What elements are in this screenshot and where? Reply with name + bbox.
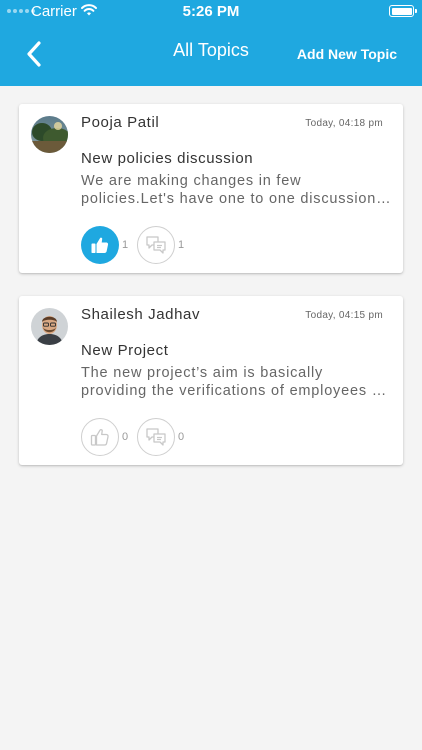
thumbs-up-icon [90,429,109,446]
like-count: 0 [122,431,129,443]
comment-button[interactable] [137,418,175,456]
author-name: Pooja Patil [81,114,160,131]
timestamp: Today, 04:15 pm [305,310,383,321]
topic-title: New Project [81,342,169,359]
like-count: 1 [122,239,129,251]
comment-button[interactable] [137,226,175,264]
comment-count: 0 [178,431,185,443]
topic-card[interactable]: Pooja Patil Today, 04:18 pm New policies… [19,104,403,273]
topic-preview-line: policies.Let's have one to one discussio… [81,191,392,207]
comment-count: 1 [178,239,185,251]
topic-preview: The new project’s aim is basically provi… [81,364,393,400]
topic-title: New policies discussion [81,150,254,167]
status-bar: Carrier 5:26 PM [0,0,422,22]
thumbs-up-icon [91,237,109,253]
avatar [31,116,68,153]
timestamp: Today, 04:18 pm [305,118,383,129]
topic-card[interactable]: Shailesh Jadhav Today, 04:15 pm New Proj… [19,296,403,465]
clock: 5:26 PM [182,3,240,20]
navigation-header: Carrier 5:26 PM All Topics Add New Topic [0,0,422,86]
comments-icon [146,428,166,446]
topic-preview-line: The new project’s aim is basically [81,365,324,381]
topic-preview: We are making changes in few policies.Le… [81,172,393,208]
comments-icon [146,236,166,254]
add-new-topic-button[interactable]: Add New Topic [297,46,397,62]
like-button[interactable] [81,418,119,456]
topic-list: Pooja Patil Today, 04:18 pm New policies… [0,86,422,750]
author-name: Shailesh Jadhav [81,306,201,323]
topic-preview-line: providing the verifications of employees… [81,383,388,399]
topic-preview-line: We are making changes in few [81,173,302,189]
battery-icon [389,5,417,17]
like-button[interactable] [81,226,119,264]
avatar [31,308,68,345]
